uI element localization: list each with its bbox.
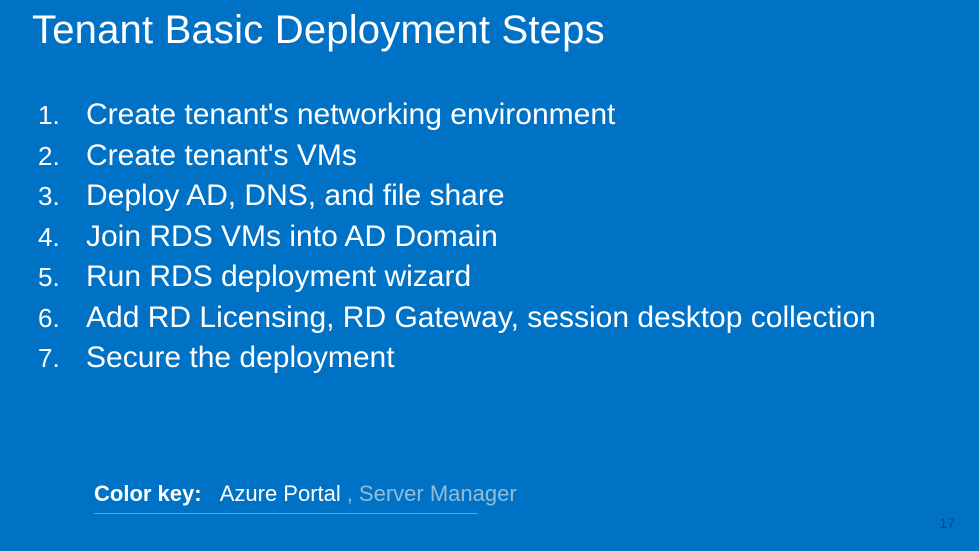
item-number: 1. xyxy=(38,98,86,133)
color-key: Color key: Azure Portal, Server Manager xyxy=(94,481,517,507)
list-item: 4. Join RDS VMs into AD Domain xyxy=(38,217,949,258)
list-item: 5. Run RDS deployment wizard xyxy=(38,257,949,298)
list-item: 3. Deploy AD, DNS, and file share xyxy=(38,176,949,217)
list-item: 2. Create tenant's VMs xyxy=(38,136,949,177)
page-number: 17 xyxy=(939,515,955,531)
list-item: 7. Secure the deployment xyxy=(38,338,949,379)
color-key-azure: Azure Portal xyxy=(220,481,341,507)
color-key-server: Server Manager xyxy=(359,481,517,507)
item-text: Create tenant's VMs xyxy=(86,136,949,177)
item-number: 4. xyxy=(38,220,86,255)
item-number: 6. xyxy=(38,301,86,336)
item-text: Secure the deployment xyxy=(86,338,949,379)
item-text: Create tenant's networking environment xyxy=(86,95,949,136)
slide: Tenant Basic Deployment Steps 1. Create … xyxy=(0,0,979,551)
color-key-separator: , xyxy=(347,481,353,507)
color-key-underline xyxy=(94,513,478,514)
item-number: 5. xyxy=(38,260,86,295)
item-number: 2. xyxy=(38,139,86,174)
list-item: 6. Add RD Licensing, RD Gateway, session… xyxy=(38,298,949,339)
color-key-label: Color key: xyxy=(94,481,202,507)
item-text: Join RDS VMs into AD Domain xyxy=(86,217,949,258)
item-number: 7. xyxy=(38,341,86,376)
item-number: 3. xyxy=(38,179,86,214)
item-text: Run RDS deployment wizard xyxy=(86,257,949,298)
slide-title: Tenant Basic Deployment Steps xyxy=(30,8,949,53)
steps-list: 1. Create tenant's networking environmen… xyxy=(30,95,949,379)
item-text: Add RD Licensing, RD Gateway, session de… xyxy=(86,298,949,339)
item-text: Deploy AD, DNS, and file share xyxy=(86,176,949,217)
list-item: 1. Create tenant's networking environmen… xyxy=(38,95,949,136)
